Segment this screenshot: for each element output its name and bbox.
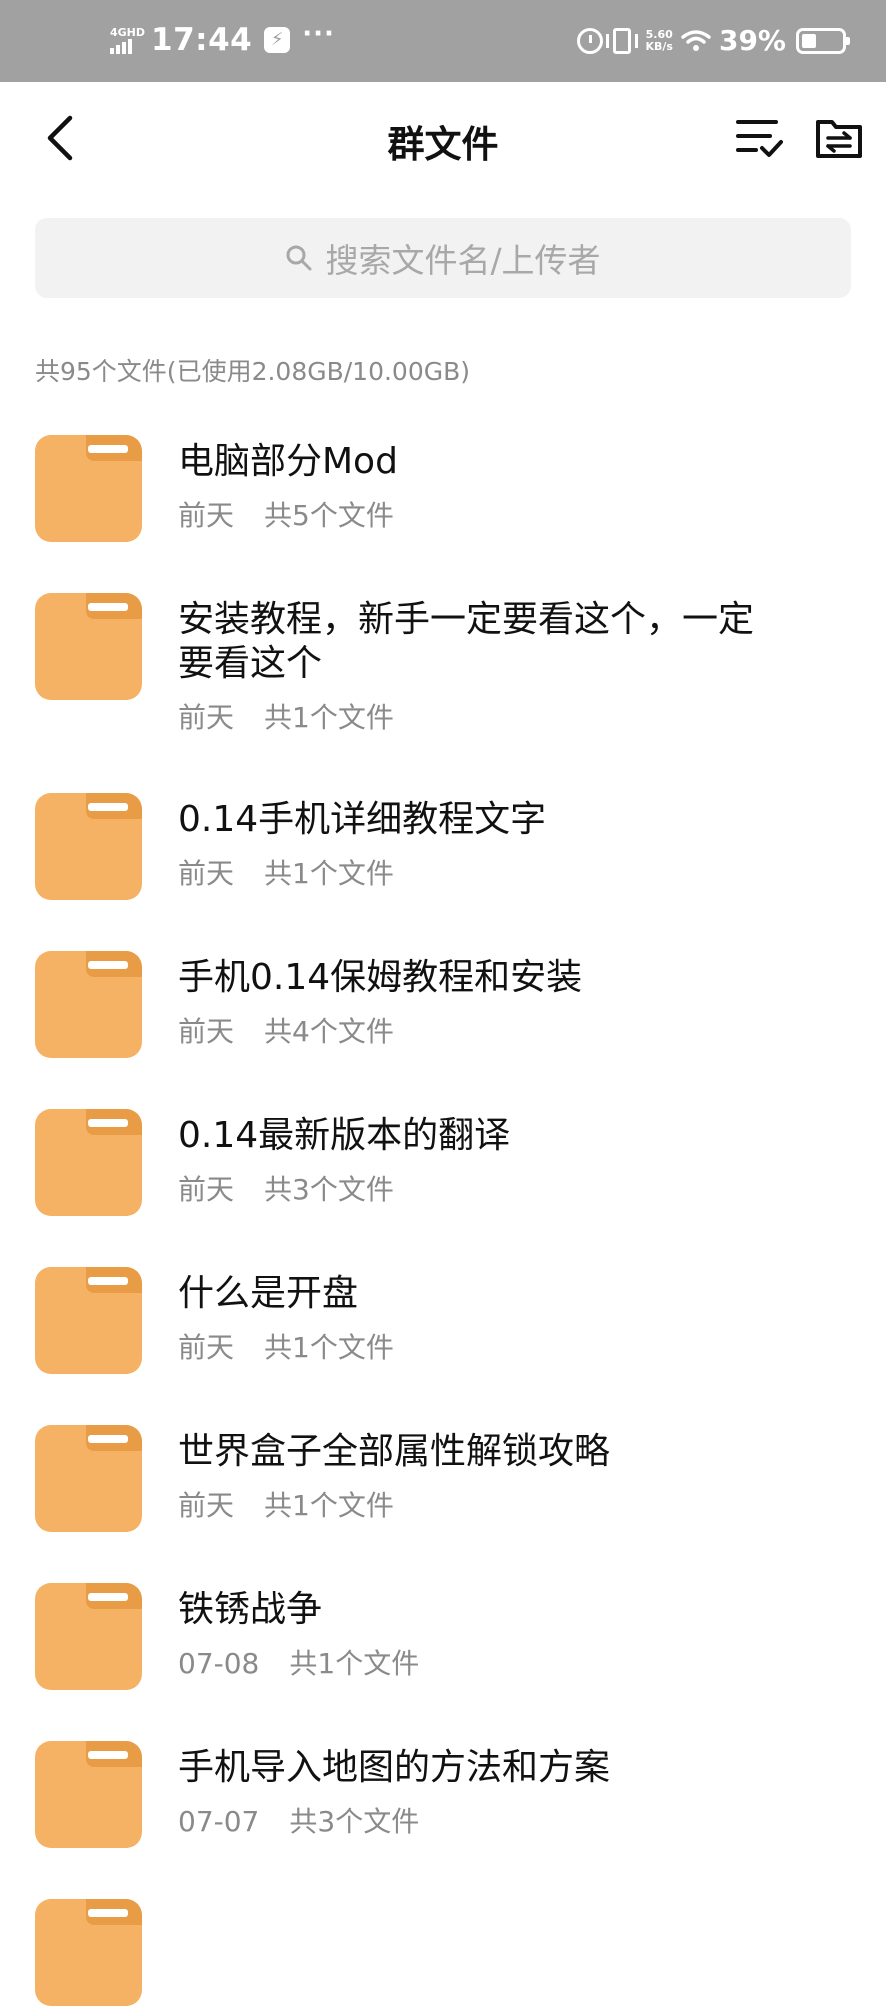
file-name: 0.14手机详细教程文字 bbox=[178, 799, 547, 840]
folder-icon bbox=[35, 435, 142, 542]
file-count: 共3个文件 bbox=[289, 1805, 420, 1838]
file-name: 电脑部分Mod bbox=[178, 441, 398, 482]
list-item-partial[interactable] bbox=[0, 1884, 886, 2006]
file-date: 前天 bbox=[178, 1173, 235, 1206]
list-item[interactable]: 手机导入地图的方法和方案 07-07 共3个文件 bbox=[0, 1726, 886, 1884]
file-date: 前天 bbox=[178, 701, 235, 734]
file-meta: 前天 共1个文件 bbox=[178, 1326, 778, 1366]
file-meta: 前天 共1个文件 bbox=[178, 852, 778, 892]
file-count: 共1个文件 bbox=[264, 857, 394, 890]
file-meta: 07-07 共3个文件 bbox=[178, 1800, 778, 1840]
list-item[interactable]: 什么是开盘 前天 共1个文件 bbox=[0, 1252, 886, 1410]
search-icon bbox=[286, 245, 312, 271]
status-left: 4GHD 17:44 ⚡ ··· bbox=[110, 19, 335, 58]
file-name: 手机导入地图的方法和方案 bbox=[178, 1747, 611, 1788]
file-count: 共4个文件 bbox=[264, 1015, 394, 1048]
folder-transfer-icon[interactable] bbox=[814, 112, 864, 162]
list-item[interactable]: 0.14手机详细教程文字 前天 共1个文件 bbox=[0, 778, 886, 936]
file-name: 手机0.14保姆教程和安装 bbox=[178, 957, 583, 998]
file-date: 07-07 bbox=[178, 1805, 260, 1838]
file-meta: 前天 共1个文件 bbox=[178, 696, 778, 736]
folder-icon bbox=[35, 1267, 142, 1374]
status-right: 5.60 KB/s 39% bbox=[577, 24, 850, 57]
list-item[interactable]: 手机0.14保姆教程和安装 前天 共4个文件 bbox=[0, 936, 886, 1094]
file-date: 前天 bbox=[178, 499, 235, 532]
battery-icon bbox=[796, 27, 850, 54]
bolt-icon: ⚡ bbox=[264, 27, 291, 53]
file-name: 铁锈战争 bbox=[178, 1589, 323, 1630]
speed-value: 5.60 bbox=[645, 27, 673, 41]
speed-unit: KB/s bbox=[645, 39, 673, 53]
file-count: 共1个文件 bbox=[264, 1331, 394, 1364]
file-count: 共5个文件 bbox=[264, 499, 394, 532]
file-count: 共1个文件 bbox=[264, 701, 394, 734]
clock: 17:44 bbox=[151, 22, 253, 58]
sort-select-icon[interactable] bbox=[734, 112, 784, 162]
file-date: 前天 bbox=[178, 1489, 235, 1522]
file-meta: 前天 共3个文件 bbox=[178, 1168, 778, 1208]
file-name: 世界盒子全部属性解锁攻略 bbox=[178, 1431, 611, 1472]
file-meta: 前天 共1个文件 bbox=[178, 1484, 778, 1524]
storage-summary: 共95个文件(已使用2.08GB/10.00GB) bbox=[35, 357, 471, 386]
file-name: 安装教程，新手一定要看这个，一定要看这个 bbox=[178, 599, 755, 684]
list-item[interactable]: 电脑部分Mod 前天 共5个文件 bbox=[0, 420, 886, 578]
vibrate-icon bbox=[606, 27, 639, 54]
file-name: 什么是开盘 bbox=[178, 1273, 359, 1314]
file-list: 电脑部分Mod 前天 共5个文件 安装教程，新手一定要看这个，一定要看这个 前天共… bbox=[0, 420, 886, 2006]
file-date: 前天 bbox=[178, 1015, 235, 1048]
file-meta: 07-08 共1个文件 bbox=[178, 1642, 778, 1682]
folder-icon bbox=[35, 593, 142, 700]
list-item[interactable]: 0.14最新版本的翻译 前天 共3个文件 bbox=[0, 1094, 886, 1252]
file-meta: 前天 共4个文件 bbox=[178, 1010, 778, 1050]
battery-percent: 39% bbox=[718, 24, 786, 57]
file-count: 共1个文件 bbox=[264, 1489, 394, 1522]
signal-icon: 4GHD bbox=[110, 27, 147, 54]
network-speed: 5.60 KB/s bbox=[645, 27, 673, 53]
alarm-icon bbox=[577, 27, 604, 54]
search-input[interactable]: 搜索文件名/上传者 bbox=[35, 218, 851, 298]
folder-icon bbox=[35, 793, 142, 900]
folder-icon bbox=[35, 1109, 142, 1216]
list-item[interactable]: 世界盒子全部属性解锁攻略 前天 共1个文件 bbox=[0, 1410, 886, 1568]
file-name: 0.14最新版本的翻译 bbox=[178, 1115, 511, 1156]
search-placeholder: 搜索文件名/上传者 bbox=[325, 241, 601, 280]
file-count: 共3个文件 bbox=[264, 1173, 394, 1206]
more-notifications-icon: ··· bbox=[302, 19, 335, 49]
network-type: 4GHD bbox=[110, 25, 146, 39]
file-date: 前天 bbox=[178, 857, 235, 890]
folder-icon bbox=[35, 1741, 142, 1848]
file-date: 前天 bbox=[178, 1331, 235, 1364]
folder-icon bbox=[35, 1583, 142, 1690]
nav-bar: 群文件 bbox=[0, 82, 886, 192]
list-item[interactable]: 铁锈战争 07-08 共1个文件 bbox=[0, 1568, 886, 1726]
folder-icon bbox=[35, 1899, 142, 2006]
list-item[interactable]: 安装教程，新手一定要看这个，一定要看这个 前天 共1个文件 bbox=[0, 578, 886, 778]
folder-icon bbox=[35, 1425, 142, 1532]
file-count: 共1个文件 bbox=[289, 1647, 420, 1680]
status-bar: 4GHD 17:44 ⚡ ··· 5.60 KB/s 39% bbox=[0, 0, 886, 82]
wifi-icon bbox=[681, 29, 711, 51]
file-date: 07-08 bbox=[178, 1647, 260, 1680]
file-meta: 前天 共5个文件 bbox=[178, 494, 778, 534]
folder-icon bbox=[35, 951, 142, 1058]
